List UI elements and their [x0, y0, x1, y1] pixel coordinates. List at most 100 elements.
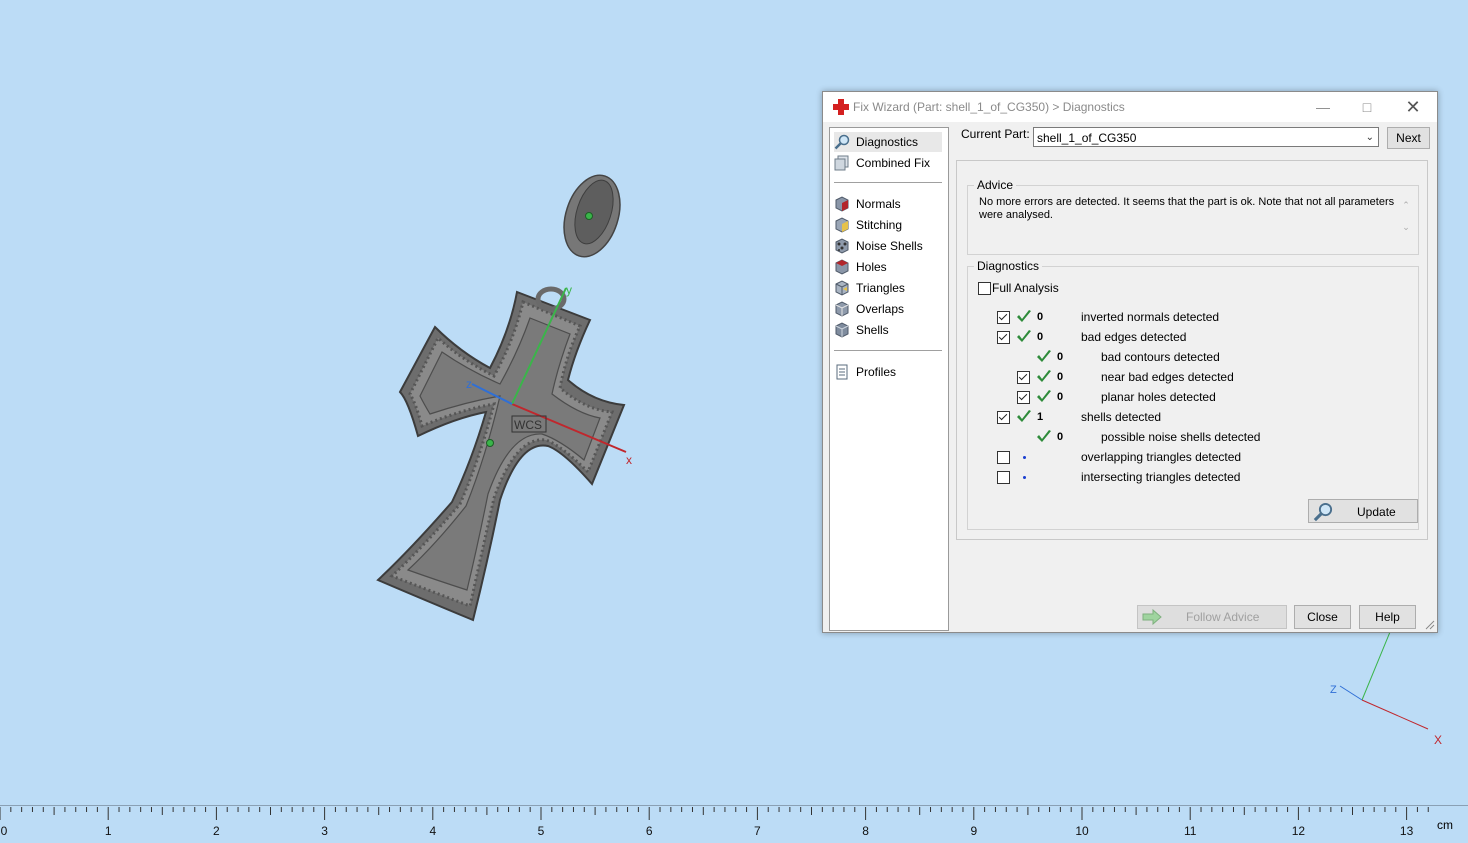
follow-advice-label: Follow Advice [1186, 610, 1260, 624]
near-bad-edges-count: 0 [1057, 371, 1064, 383]
noise-shells-label: possible noise shells detected [1101, 430, 1261, 444]
normals-cube-icon [835, 196, 849, 212]
shells-count: 1 [1037, 411, 1044, 423]
nav-label-normals: Normals [856, 197, 901, 211]
triad-x-label: X [1434, 733, 1442, 747]
inverted-normals-count: 0 [1037, 311, 1044, 323]
shells-label: shells detected [1081, 410, 1162, 424]
diagnostics-panel: Advice No more errors are detected. It s… [956, 160, 1428, 540]
advice-group: Advice No more errors are detected. It s… [967, 178, 1419, 255]
chevron-down-icon[interactable]: ⌄ [1366, 128, 1374, 148]
ruler-label: 0 [0, 824, 8, 838]
nav-item-normals[interactable]: Normals [834, 194, 942, 214]
maximize-button[interactable]: □ [1345, 92, 1389, 122]
ruler-label: 6 [645, 824, 653, 838]
nav-item-shells[interactable]: Shells [834, 320, 942, 340]
overlapping-triangles-checkbox[interactable] [997, 451, 1010, 464]
ruler-label: 3 [321, 824, 328, 838]
next-button[interactable]: Next [1387, 127, 1430, 149]
nav-label-shells: Shells [856, 323, 889, 337]
nav-item-overlaps[interactable]: Overlaps [834, 299, 942, 319]
nav-label-holes: Holes [856, 260, 887, 274]
nav-label-stitching: Stitching [856, 218, 903, 232]
current-part-label: Current Part: [961, 127, 1030, 141]
pivot-dot-cross[interactable] [486, 439, 494, 447]
ruler-label: 12 [1291, 824, 1306, 838]
nav-label-overlaps: Overlaps [856, 302, 905, 316]
inverted-normals-checkbox[interactable] [997, 311, 1010, 324]
nav-item-triangles[interactable]: Triangles [834, 278, 942, 298]
axis-z-label: z [466, 377, 472, 391]
pending-dot-icon [1023, 476, 1026, 479]
ruler-label: 13 [1399, 824, 1414, 838]
bad-edges-label: bad edges detected [1081, 330, 1187, 344]
bad-edges-checkbox[interactable] [997, 331, 1010, 344]
ruler-label: 10 [1075, 824, 1089, 838]
nav-item-noise-shells[interactable]: Noise Shells [834, 236, 942, 256]
current-part-value: shell_1_of_CG350 [1037, 131, 1137, 145]
nav-separator [834, 350, 942, 351]
pivot-dot-ring[interactable] [585, 212, 593, 220]
resize-grip-icon[interactable] [1425, 620, 1435, 630]
ruler-unit-label: cm [1437, 818, 1453, 832]
full-analysis-checkbox[interactable] [978, 282, 991, 295]
diagnostics-group: Diagnostics Full Analysis 0 inverted nor… [967, 259, 1419, 530]
combined-fix-icon [834, 155, 849, 171]
dialog-titlebar[interactable]: Fix Wizard (Part: shell_1_of_CG350) > Di… [823, 92, 1437, 122]
ruler-label: 2 [213, 824, 220, 838]
close-button[interactable]: Close [1294, 605, 1351, 629]
bad-contours-label: bad contours detected [1101, 350, 1220, 364]
advice-title: Advice [974, 178, 1017, 192]
nav-item-diagnostics[interactable]: Diagnostics [834, 132, 942, 152]
nav-label-combined-fix: Combined Fix [856, 156, 931, 170]
nav-label-diagnostics: Diagnostics [856, 135, 919, 149]
minimize-button[interactable]: — [1301, 92, 1345, 122]
check-icon [1037, 390, 1051, 402]
ruler: 0 1 2 3 4 5 6 7 8 9 10 11 12 13 cm [0, 805, 1468, 843]
nav-item-combined-fix[interactable]: Combined Fix [834, 153, 942, 173]
advice-scrollbar[interactable]: ⌃ ⌄ [1400, 200, 1412, 244]
stitching-cube-icon [835, 217, 849, 233]
overlapping-triangles-label: overlapping triangles detected [1081, 450, 1242, 464]
planar-holes-checkbox[interactable] [1017, 391, 1030, 404]
cross-model[interactable] [376, 286, 626, 622]
nav-item-profiles[interactable]: Profiles [834, 362, 942, 382]
nav-item-stitching[interactable]: Stitching [834, 215, 942, 235]
ruler-label: 4 [429, 824, 437, 838]
update-button[interactable]: Update [1308, 499, 1418, 523]
close-window-button[interactable]: ✕ [1391, 92, 1435, 122]
overlaps-cube-icon [835, 301, 849, 317]
near-bad-edges-label: near bad edges detected [1101, 370, 1234, 384]
axis-y-label: y [566, 283, 572, 297]
dialog-title: Fix Wizard (Part: shell_1_of_CG350) > Di… [853, 100, 1125, 114]
intersecting-triangles-checkbox[interactable] [997, 471, 1010, 484]
update-button-label: Update [1357, 505, 1396, 519]
profiles-document-icon [836, 364, 848, 380]
ruler-label: 1 [104, 824, 112, 838]
current-part-select[interactable]: shell_1_of_CG350 ⌄ [1033, 127, 1379, 147]
help-button[interactable]: Help [1359, 605, 1416, 629]
triangles-cube-icon [835, 280, 849, 296]
ruler-label: 8 [862, 824, 869, 838]
check-icon [1037, 370, 1051, 382]
nav-label-triangles: Triangles [856, 281, 905, 295]
pending-dot-icon [1023, 456, 1026, 459]
app-cross-icon [833, 99, 849, 115]
wizard-nav-panel: Diagnostics Combined Fix Normals Stitchi… [829, 127, 949, 631]
check-icon [1037, 350, 1051, 362]
planar-holes-label: planar holes detected [1101, 390, 1216, 404]
inverted-normals-label: inverted normals detected [1081, 310, 1220, 324]
check-icon [1017, 410, 1031, 422]
advice-text: No more errors are detected. It seems th… [979, 196, 1395, 221]
ruler-label: 7 [754, 824, 761, 838]
intersecting-triangles-label: intersecting triangles detected [1081, 470, 1241, 484]
diagnostics-title: Diagnostics [974, 259, 1043, 273]
triad-z-label: Z [1330, 684, 1337, 696]
follow-advice-button[interactable]: Follow Advice [1137, 605, 1287, 629]
nav-item-holes[interactable]: Holes [834, 257, 942, 277]
planar-holes-count: 0 [1057, 391, 1064, 403]
check-icon [1017, 330, 1031, 342]
shells-checkbox[interactable] [997, 411, 1010, 424]
near-bad-edges-checkbox[interactable] [1017, 371, 1030, 384]
full-analysis-label: Full Analysis [992, 281, 1059, 295]
